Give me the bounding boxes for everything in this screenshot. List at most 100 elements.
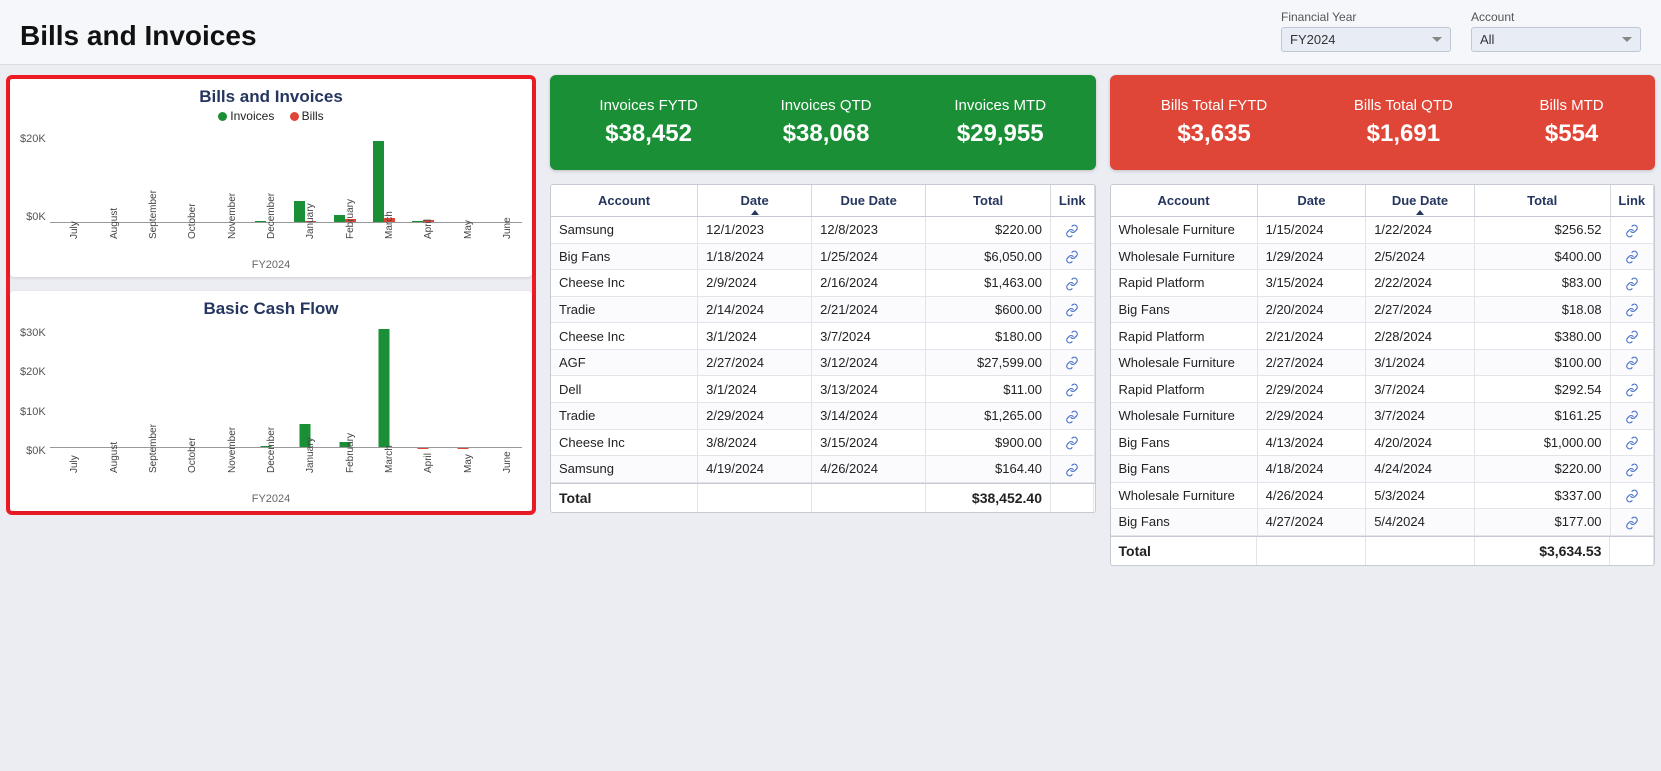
row-link-button[interactable]: [1051, 456, 1094, 483]
chart-cash-flow[interactable]: Basic Cash Flow $30K $20K $10K $0K JulyA…: [10, 291, 532, 511]
col-date[interactable]: Date: [1257, 185, 1366, 217]
filter-fy-select[interactable]: FY2024: [1281, 27, 1451, 52]
row-link-button[interactable]: [1051, 402, 1094, 429]
cell-due-date: 4/24/2024: [1366, 456, 1475, 483]
row-link-button[interactable]: [1610, 482, 1653, 509]
col-total[interactable]: Total: [926, 185, 1051, 217]
x-tick-label: October: [187, 445, 221, 473]
legend-swatch-red: [290, 112, 299, 121]
table-row[interactable]: Big Fans1/18/20241/25/2024$6,050.00: [551, 243, 1094, 270]
bar-group[interactable]: [449, 327, 477, 455]
table-row[interactable]: Big Fans4/13/20244/20/2024$1,000.00: [1111, 429, 1654, 456]
cell-account: Samsung: [551, 217, 698, 244]
bar-group[interactable]: [55, 327, 83, 455]
cell-total: $1,463.00: [926, 270, 1051, 297]
row-link-button[interactable]: [1610, 217, 1653, 244]
bills-table-scroll[interactable]: Account Date Due Date Total Link Wholesa…: [1111, 185, 1655, 537]
filter-fy-value: FY2024: [1290, 32, 1336, 47]
invoices-column: Invoices FYTD $38,452 Invoices QTD $38,0…: [550, 75, 1096, 566]
col-due-date[interactable]: Due Date: [1366, 185, 1475, 217]
y-axis: $20K $0K: [20, 133, 50, 223]
row-link-button[interactable]: [1610, 456, 1653, 483]
bar-group[interactable]: [488, 327, 516, 455]
bar-net: [379, 329, 390, 447]
row-link-button[interactable]: [1610, 349, 1653, 376]
table-row[interactable]: Big Fans2/20/20242/27/2024$18.08: [1111, 296, 1654, 323]
cell-date: 4/19/2024: [698, 456, 812, 483]
col-date[interactable]: Date: [698, 185, 812, 217]
row-link-button[interactable]: [1610, 402, 1653, 429]
cell-account: Big Fans: [1111, 456, 1258, 483]
cell-date: 3/1/2024: [698, 376, 812, 403]
chart-bills-invoices[interactable]: Bills and Invoices Invoices Bills $20K $…: [10, 79, 532, 277]
row-link-button[interactable]: [1610, 509, 1653, 536]
table-row[interactable]: Samsung4/19/20244/26/2024$164.40: [551, 456, 1094, 483]
x-tick-label: August: [109, 211, 143, 239]
dashboard-content: Bills and Invoices Invoices Bills $20K $…: [0, 65, 1661, 576]
cell-total: $256.52: [1474, 217, 1610, 244]
table-row[interactable]: Wholesale Furniture2/27/20243/1/2024$100…: [1111, 349, 1654, 376]
x-tick-label: October: [187, 211, 221, 239]
filter-account-value: All: [1480, 32, 1494, 47]
table-row[interactable]: Wholesale Furniture4/26/20245/3/2024$337…: [1111, 482, 1654, 509]
bar-group[interactable]: [173, 327, 201, 455]
row-link-button[interactable]: [1610, 296, 1653, 323]
plot-area: JulyAugustSeptemberOctoberNovemberDecemb…: [50, 321, 522, 491]
table-row[interactable]: Wholesale Furniture2/29/20243/7/2024$161…: [1111, 402, 1654, 429]
table-row[interactable]: Rapid Platform2/29/20243/7/2024$292.54: [1111, 376, 1654, 403]
table-row[interactable]: Cheese Inc2/9/20242/16/2024$1,463.00: [551, 270, 1094, 297]
cell-date: 12/1/2023: [698, 217, 812, 244]
bar-group[interactable]: [291, 327, 319, 455]
table-row[interactable]: Rapid Platform2/21/20242/28/2024$380.00: [1111, 323, 1654, 350]
row-link-button[interactable]: [1051, 217, 1094, 244]
bar-group[interactable]: [409, 327, 437, 455]
filter-account-select[interactable]: All: [1471, 27, 1641, 52]
col-due-date[interactable]: Due Date: [812, 185, 926, 217]
row-link-button[interactable]: [1051, 376, 1094, 403]
row-link-button[interactable]: [1610, 323, 1653, 350]
table-row[interactable]: Samsung12/1/202312/8/2023$220.00: [551, 217, 1094, 244]
chart-title: Bills and Invoices: [20, 87, 522, 107]
cell-due-date: 3/7/2024: [1366, 402, 1475, 429]
row-link-button[interactable]: [1610, 376, 1653, 403]
kpi-bills-card: Bills Total FYTD $3,635 Bills Total QTD …: [1110, 75, 1656, 170]
invoices-table-card: Account Date Due Date Total Link Samsung…: [550, 184, 1096, 513]
table-row[interactable]: Tradie2/14/20242/21/2024$600.00: [551, 296, 1094, 323]
row-link-button[interactable]: [1051, 270, 1094, 297]
row-link-button[interactable]: [1610, 270, 1653, 297]
table-row[interactable]: Wholesale Furniture1/15/20241/22/2024$25…: [1111, 217, 1654, 244]
row-link-button[interactable]: [1051, 243, 1094, 270]
row-link-button[interactable]: [1051, 349, 1094, 376]
link-icon: [1625, 435, 1639, 450]
filter-fy-label: Financial Year: [1281, 10, 1451, 24]
table-row[interactable]: Cheese Inc3/8/20243/15/2024$900.00: [551, 429, 1094, 456]
row-link-button[interactable]: [1610, 429, 1653, 456]
col-total[interactable]: Total: [1474, 185, 1610, 217]
col-link[interactable]: Link: [1051, 185, 1094, 217]
col-account[interactable]: Account: [551, 185, 698, 217]
sort-asc-icon: [751, 210, 759, 215]
row-link-button[interactable]: [1051, 296, 1094, 323]
table-row[interactable]: AGF2/27/20243/12/2024$27,599.00: [551, 349, 1094, 376]
cell-date: 1/29/2024: [1257, 243, 1366, 270]
cell-total: $27,599.00: [926, 349, 1051, 376]
row-link-button[interactable]: [1051, 429, 1094, 456]
bar-group[interactable]: [370, 141, 398, 222]
table-row[interactable]: Tradie2/29/20243/14/2024$1,265.00: [551, 402, 1094, 429]
table-row[interactable]: Dell3/1/20243/13/2024$11.00: [551, 376, 1094, 403]
invoices-table-scroll[interactable]: Account Date Due Date Total Link Samsung…: [551, 185, 1095, 484]
table-row[interactable]: Big Fans4/18/20244/24/2024$220.00: [1111, 456, 1654, 483]
row-link-button[interactable]: [1051, 323, 1094, 350]
x-tick-label: March: [384, 445, 418, 473]
kpi-bills-fytd: Bills Total FYTD $3,635: [1161, 97, 1267, 148]
col-link[interactable]: Link: [1610, 185, 1653, 217]
bar-group[interactable]: [370, 327, 398, 455]
bar-group[interactable]: [95, 327, 123, 455]
table-row[interactable]: Big Fans4/27/20245/4/2024$177.00: [1111, 509, 1654, 536]
cell-account: Cheese Inc: [551, 323, 698, 350]
table-row[interactable]: Cheese Inc3/1/20243/7/2024$180.00: [551, 323, 1094, 350]
row-link-button[interactable]: [1610, 243, 1653, 270]
col-account[interactable]: Account: [1111, 185, 1258, 217]
table-row[interactable]: Wholesale Furniture1/29/20242/5/2024$400…: [1111, 243, 1654, 270]
table-row[interactable]: Rapid Platform3/15/20242/22/2024$83.00: [1111, 270, 1654, 297]
